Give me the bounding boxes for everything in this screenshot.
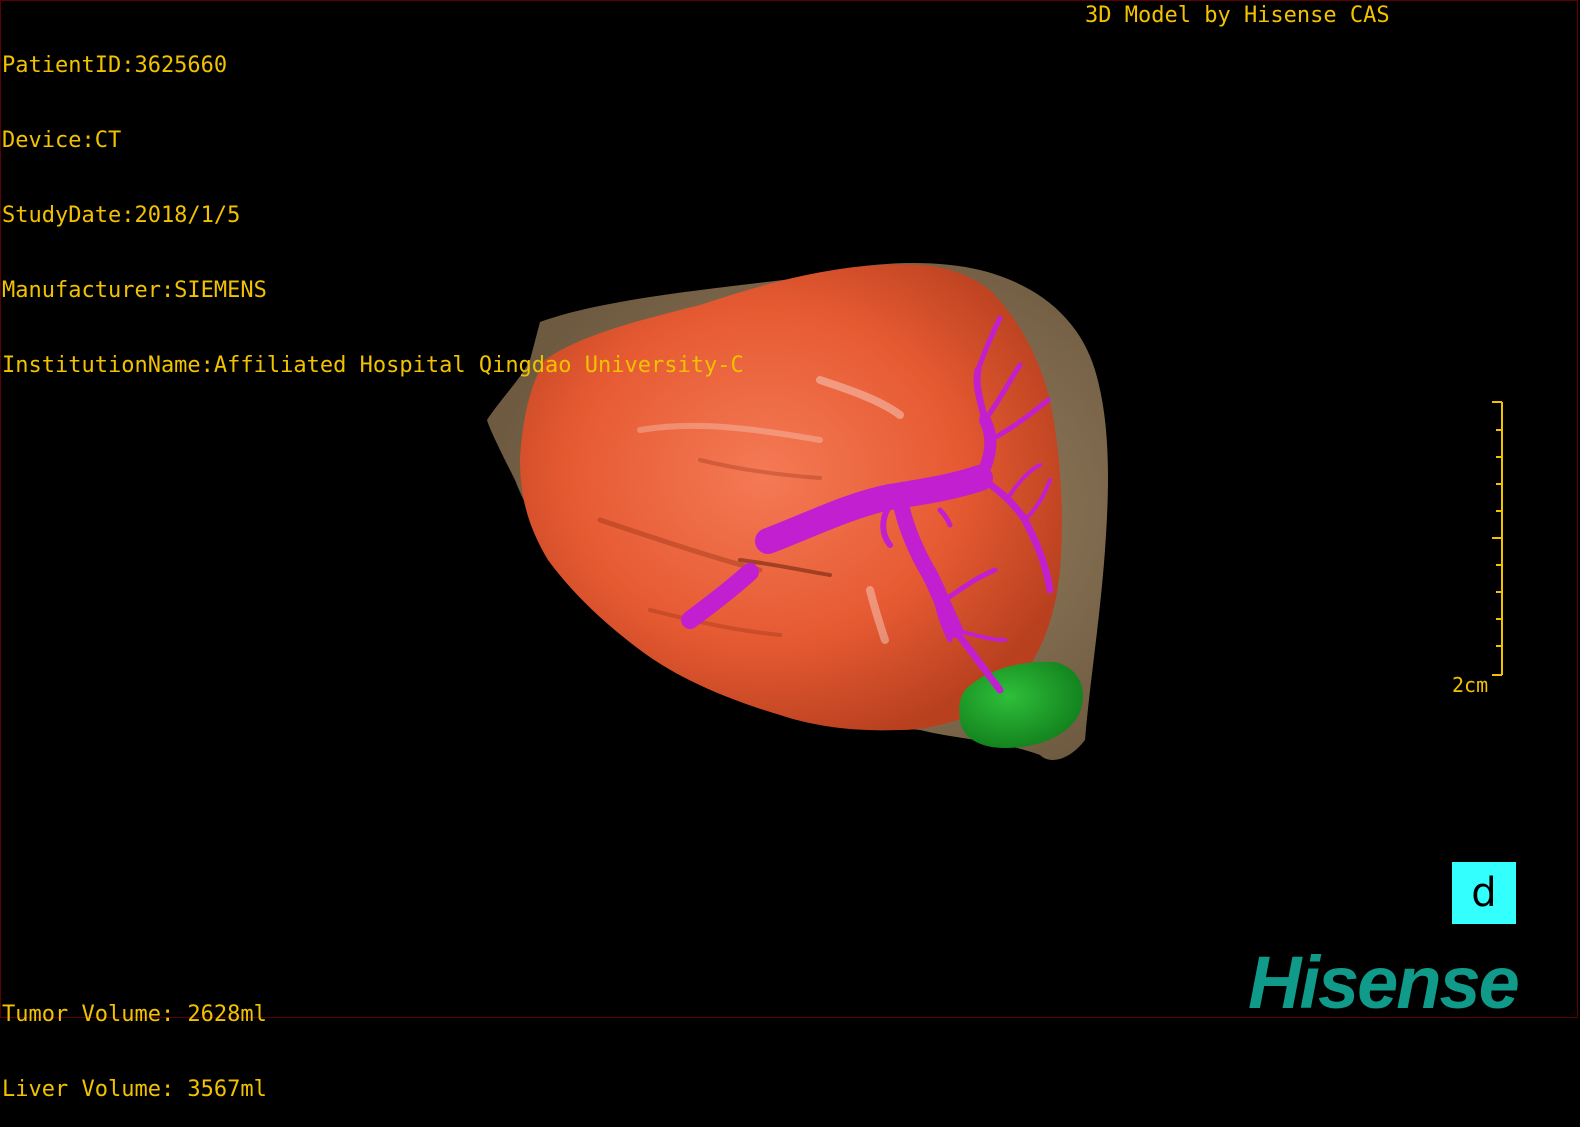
study-date: StudyDate:2018/1/5 <box>2 203 241 228</box>
hisense-logo: Hisense <box>1248 941 1520 1024</box>
patient-id: PatientID:3625660 <box>2 53 228 78</box>
patient-info-overlay: PatientID:3625660 Device:CT StudyDate:20… <box>2 3 744 403</box>
tumor-volume: Tumor Volume: 2628ml <box>2 1002 267 1027</box>
scale-label: 2cm <box>1452 673 1489 697</box>
volume-info-overlay: Tumor Volume: 2628ml Liver Volume: 3567m… <box>2 952 267 1127</box>
view-orientation-icon: d <box>1471 870 1497 916</box>
institution-name: InstitutionName:Affiliated Hospital Qing… <box>2 353 744 378</box>
liver-volume: Liver Volume: 3567ml <box>2 1077 267 1102</box>
view-orientation-button[interactable]: d <box>1452 862 1516 924</box>
scale-ruler <box>1492 401 1503 676</box>
model-credit: 3D Model by Hisense CAS <box>1085 3 1390 28</box>
manufacturer: Manufacturer:SIEMENS <box>2 278 267 303</box>
device: Device:CT <box>2 128 122 153</box>
